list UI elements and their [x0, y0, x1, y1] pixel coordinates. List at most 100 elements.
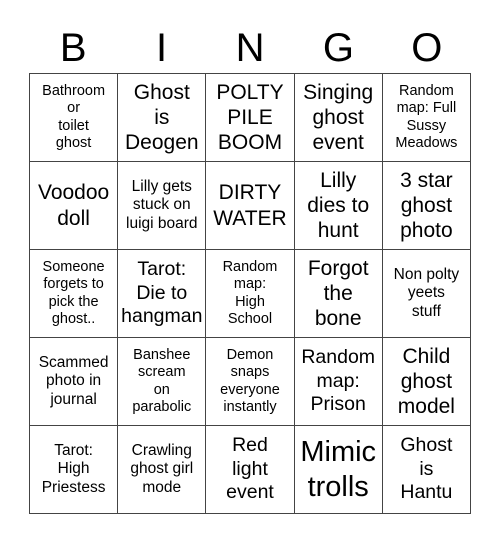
- bingo-cell-r2c5[interactable]: 3 star ghost photo: [382, 162, 471, 250]
- bingo-cell-line: Bathroom: [42, 82, 106, 99]
- bingo-cell-line: DIRTY: [218, 181, 282, 205]
- bingo-cell-line: High: [57, 460, 90, 478]
- bingo-cell-line: luigi board: [126, 214, 198, 232]
- bingo-cell-line: hangman: [121, 305, 203, 328]
- bingo-cell-text: Forgot the bone: [308, 256, 369, 332]
- bingo-cell-text: Ghost is Hantu: [400, 434, 452, 504]
- bingo-cell-r3c3[interactable]: Random map: High School: [206, 250, 295, 338]
- header-letter-i: I: [156, 26, 168, 70]
- bingo-cell-r4c1[interactable]: Scammed photo in journal: [30, 338, 119, 426]
- bingo-cell-line: map:: [316, 369, 360, 392]
- bingo-cell-line: trolls: [307, 470, 369, 503]
- bingo-cell-line: event: [226, 481, 274, 504]
- bingo-cell-r3c1[interactable]: Someone forgets to pick the ghost..: [30, 250, 119, 338]
- bingo-cell-text: Someone forgets to pick the ghost..: [43, 259, 105, 329]
- bingo-cell-line: Tarot:: [137, 258, 187, 281]
- bingo-cell-r4c2[interactable]: Banshee scream on parabolic: [118, 338, 207, 426]
- bingo-cell-line: Crawling: [131, 441, 192, 459]
- bingo-card-grid: Bathroom or toilet ghost Ghost is Deogen POLTY P…: [29, 73, 471, 514]
- bingo-cell-text: Child ghost model: [398, 344, 455, 420]
- bingo-cell-line: Child: [402, 344, 451, 368]
- bingo-cell-r1c1[interactable]: Bathroom or toilet ghost: [30, 74, 119, 162]
- bingo-cell-line: BOOM: [217, 131, 283, 155]
- bingo-cell-line: everyone: [220, 381, 280, 398]
- bingo-cell-r4c3[interactable]: Demon snaps everyone instantly: [206, 338, 295, 426]
- bingo-cell-text: Singing ghost event: [303, 80, 373, 156]
- bingo-cell-text: DIRTY WATER: [213, 180, 287, 230]
- bingo-cell-text: Bathroom or toilet ghost: [42, 83, 105, 153]
- bingo-cell-line: Someone: [42, 258, 105, 275]
- header-letter-o: O: [411, 26, 443, 70]
- header-letter-n: N: [235, 26, 265, 70]
- bingo-cell-text: Demon snaps everyone instantly: [220, 347, 280, 417]
- bingo-cell-line: Lilly: [320, 168, 357, 192]
- bingo-cell-line: WATER: [213, 206, 287, 230]
- bingo-cell-line: scream: [138, 364, 186, 381]
- bingo-cell-line: School: [227, 310, 273, 327]
- bingo-cell-text: Red light event: [226, 434, 274, 504]
- bingo-cell-line: mode: [142, 478, 182, 496]
- bingo-cell-line: instantly: [223, 398, 277, 415]
- bingo-cell-r5c2[interactable]: Crawling ghost girl mode: [118, 426, 207, 514]
- bingo-cell-r5c3[interactable]: Red light event: [206, 426, 295, 514]
- bingo-cell-line: light: [232, 457, 268, 480]
- bingo-cell-line: snaps: [230, 364, 270, 381]
- bingo-cell-line: Random: [222, 258, 278, 275]
- bingo-cell-text: Ghost is Deogen: [125, 80, 199, 156]
- bingo-cell-r4c4[interactable]: Random map: Prison: [294, 338, 383, 426]
- bingo-cell-r1c4[interactable]: Singing ghost event: [294, 74, 383, 162]
- bingo-cell-text: Tarot: High Priestess: [42, 442, 106, 498]
- bingo-cell-text: Random map: Prison: [301, 346, 375, 416]
- bingo-cell-r5c5[interactable]: Ghost is Hantu: [382, 426, 471, 514]
- header-letter-b: B: [59, 26, 87, 70]
- bingo-cell-line: map:: [233, 276, 267, 293]
- bingo-cell-text: POLTY PILE BOOM: [216, 80, 283, 156]
- bingo-cell-r3c4[interactable]: Forgot the bone: [294, 250, 383, 338]
- bingo-cell-line: forgets to: [43, 276, 104, 293]
- bingo-cell-line: ghost: [400, 193, 453, 217]
- bingo-cell-line: is: [154, 105, 170, 129]
- bingo-cell-line: PILE: [227, 105, 273, 129]
- bingo-cell-r2c1[interactable]: Voodoo doll: [30, 162, 119, 250]
- bingo-cell-line: ghost: [400, 369, 453, 393]
- bingo-cell-r2c4[interactable]: Lilly dies to hunt: [294, 162, 383, 250]
- bingo-cell-line: Random: [301, 346, 376, 369]
- bingo-cell-line: journal: [50, 390, 97, 408]
- bingo-cell-line: Ghost: [400, 434, 453, 457]
- bingo-cell-line: Mimic: [300, 435, 377, 468]
- bingo-cell-r1c5[interactable]: Random map: Full Sussy Meadows: [382, 74, 471, 162]
- bingo-cell-line: Forgot: [307, 256, 369, 280]
- bingo-cell-line: Sussy: [406, 117, 447, 134]
- bingo-cell-r1c3[interactable]: POLTY PILE BOOM: [206, 74, 295, 162]
- bingo-cell-text: Crawling ghost girl mode: [130, 442, 193, 498]
- bingo-cell-line: the: [323, 281, 353, 305]
- bingo-cell-text: Voodoo doll: [38, 180, 109, 230]
- bingo-cell-line: dies to: [307, 193, 370, 217]
- bingo-cell-r2c2[interactable]: Lilly gets stuck on luigi board: [118, 162, 207, 250]
- bingo-cell-line: pick the: [48, 293, 99, 310]
- bingo-cell-line: Red: [232, 434, 268, 457]
- bingo-cell-line: stuff: [411, 302, 441, 320]
- bingo-cell-line: toilet: [58, 117, 89, 134]
- bingo-cell-line: on: [153, 381, 170, 398]
- bingo-cell-text: Lilly dies to hunt: [307, 168, 369, 244]
- bingo-cell-line: Priestess: [41, 478, 106, 496]
- bingo-cell-line: doll: [57, 206, 90, 230]
- bingo-cell-r5c1[interactable]: Tarot: High Priestess: [30, 426, 119, 514]
- bingo-cell-line: Hantu: [400, 481, 453, 504]
- bingo-cell-r1c2[interactable]: Ghost is Deogen: [118, 74, 207, 162]
- bingo-cell-r2c3[interactable]: DIRTY WATER: [206, 162, 295, 250]
- bingo-cell-r3c5[interactable]: Non polty yeets stuff: [382, 250, 471, 338]
- bingo-cell-r3c2[interactable]: Tarot: Die to hangman: [118, 250, 207, 338]
- bingo-cell-line: is: [419, 457, 434, 480]
- bingo-cell-line: Singing: [303, 80, 374, 104]
- bingo-cell-r4c5[interactable]: Child ghost model: [382, 338, 471, 426]
- bingo-cell-line: model: [397, 395, 455, 419]
- bingo-cell-line: Lilly gets: [131, 177, 192, 195]
- bingo-cell-line: yeets: [407, 284, 445, 302]
- bingo-cell-r5c4[interactable]: Mimic trolls: [294, 426, 383, 514]
- bingo-cell-line: Die to: [136, 281, 188, 304]
- bingo-cell-line: Non polty: [393, 265, 460, 283]
- bingo-cell-line: photo: [400, 219, 453, 243]
- bingo-cell-line: 3 star: [400, 168, 453, 192]
